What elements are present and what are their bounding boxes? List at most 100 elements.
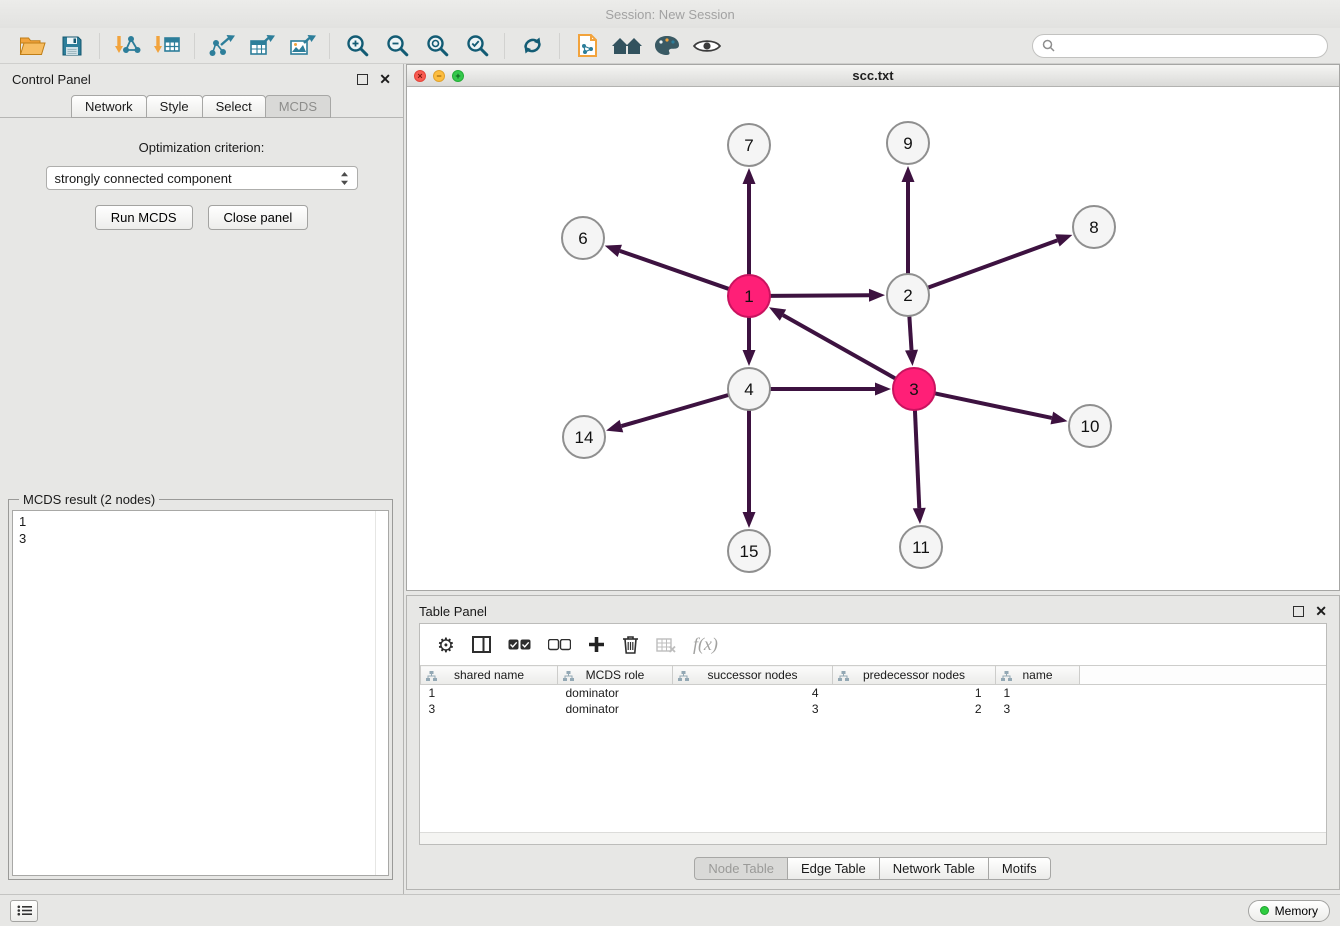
tab-network[interactable]: Network xyxy=(71,95,147,118)
tab-motifs[interactable]: Motifs xyxy=(988,857,1051,880)
tab-edge-table[interactable]: Edge Table xyxy=(787,857,880,880)
graph-edge-3-11[interactable] xyxy=(915,410,919,508)
graph-node-11[interactable]: 11 xyxy=(900,526,942,568)
graph-node-1[interactable]: 1 xyxy=(728,275,770,317)
float-panel-icon[interactable] xyxy=(357,74,368,85)
tab-select[interactable]: Select xyxy=(202,95,266,118)
column-header-mcds-role[interactable]: MCDS role xyxy=(558,666,673,685)
search-icon xyxy=(1042,39,1055,52)
table-cell[interactable]: 1 xyxy=(421,685,558,702)
close-panel-button[interactable]: Close panel xyxy=(208,205,309,230)
minimize-window-icon[interactable]: − xyxy=(433,70,445,82)
zoom-fit-icon xyxy=(426,34,449,57)
tab-style[interactable]: Style xyxy=(146,95,203,118)
gear-icon[interactable]: ⚙ xyxy=(437,635,455,655)
table-cell[interactable]: 3 xyxy=(673,701,833,717)
open-file-button[interactable] xyxy=(12,31,52,61)
graph-edge-3-10[interactable] xyxy=(935,393,1052,418)
unselect-all-columns-icon[interactable] xyxy=(548,639,571,651)
column-header-shared-name[interactable]: shared name xyxy=(421,666,558,685)
float-table-panel-icon[interactable] xyxy=(1293,606,1304,617)
home-button[interactable] xyxy=(607,31,647,61)
graph-node-6[interactable]: 6 xyxy=(562,217,604,259)
home-icon xyxy=(611,36,643,56)
table-cell[interactable]: dominator xyxy=(558,685,673,702)
table-row[interactable]: 1dominator411 xyxy=(421,685,1327,702)
table-cell[interactable]: 1 xyxy=(833,685,996,702)
graph-node-4[interactable]: 4 xyxy=(728,368,770,410)
graph-edge-4-14[interactable] xyxy=(621,395,728,426)
delete-column-icon[interactable] xyxy=(622,635,639,654)
criterion-select[interactable]: strongly connected component xyxy=(46,166,358,190)
style-palette-button[interactable] xyxy=(647,31,687,61)
graph-node-2[interactable]: 2 xyxy=(887,274,929,316)
table-cell[interactable]: 2 xyxy=(833,701,996,717)
run-mcds-button[interactable]: Run MCDS xyxy=(95,205,193,230)
import-network-button[interactable] xyxy=(107,31,147,61)
close-window-icon[interactable]: × xyxy=(414,70,426,82)
graph-node-label: 14 xyxy=(575,428,594,447)
zoom-in-button[interactable] xyxy=(337,31,377,61)
table-panel: Table Panel ✕ ⚙ xyxy=(406,595,1340,890)
zoom-fit-button[interactable] xyxy=(417,31,457,61)
split-column-icon[interactable] xyxy=(472,636,491,653)
mcds-result-item[interactable]: 3 xyxy=(19,530,382,547)
graph-node-8[interactable]: 8 xyxy=(1073,206,1115,248)
graph-edge-2-3[interactable] xyxy=(909,316,911,350)
mcds-result-list[interactable]: 13 xyxy=(12,510,389,876)
tab-mcds[interactable]: MCDS xyxy=(265,95,331,118)
clipboard-network-button[interactable] xyxy=(567,31,607,61)
graph-edge-1-6[interactable] xyxy=(620,251,729,289)
export-table-button[interactable] xyxy=(242,31,282,61)
graph-node-10[interactable]: 10 xyxy=(1069,405,1111,447)
refresh-layout-button[interactable] xyxy=(512,31,552,61)
tab-network-table[interactable]: Network Table xyxy=(879,857,989,880)
graph-node-14[interactable]: 14 xyxy=(563,416,605,458)
graph-edge-3-1[interactable] xyxy=(783,315,896,379)
ui-settings-menu-button[interactable] xyxy=(10,900,38,922)
table-cell[interactable]: 4 xyxy=(673,685,833,702)
table-scrollbar[interactable] xyxy=(420,832,1326,844)
save-session-button[interactable] xyxy=(52,31,92,61)
memory-button[interactable]: Memory xyxy=(1248,900,1330,922)
graph-node-7[interactable]: 7 xyxy=(728,124,770,166)
graph-node-3[interactable]: 3 xyxy=(893,368,935,410)
eye-icon xyxy=(693,38,721,54)
mcds-result-item[interactable]: 1 xyxy=(19,513,382,530)
export-image-button[interactable] xyxy=(282,31,322,61)
column-header-name[interactable]: name xyxy=(996,666,1080,685)
open-file-icon xyxy=(19,35,46,56)
toolbar-separator xyxy=(559,33,560,59)
close-table-panel-icon[interactable]: ✕ xyxy=(1315,604,1327,618)
select-arrows-icon xyxy=(340,171,349,186)
table-cell[interactable]: 3 xyxy=(421,701,558,717)
toolbar-separator xyxy=(329,33,330,59)
zoom-selected-button[interactable] xyxy=(457,31,497,61)
zoom-out-button[interactable] xyxy=(377,31,417,61)
zoom-in-icon xyxy=(346,34,369,57)
table-cell[interactable]: 1 xyxy=(996,685,1080,702)
search-box[interactable] xyxy=(1032,34,1328,58)
network-window-titlebar[interactable]: × − + scc.txt xyxy=(407,65,1339,87)
table-cell[interactable]: 3 xyxy=(996,701,1080,717)
import-table-icon xyxy=(153,34,181,57)
column-header-successor-nodes[interactable]: successor nodes xyxy=(673,666,833,685)
table-cell[interactable]: dominator xyxy=(558,701,673,717)
graph-edge-2-8[interactable] xyxy=(928,240,1058,287)
refresh-layout-icon xyxy=(521,34,544,57)
close-panel-icon[interactable]: ✕ xyxy=(379,72,391,86)
add-column-icon[interactable] xyxy=(588,636,605,653)
graph-node-15[interactable]: 15 xyxy=(728,530,770,572)
search-input[interactable] xyxy=(1060,38,1318,53)
network-graph[interactable]: 7 9 6 8 1 2 4 3 14 10 15 11 xyxy=(407,87,1339,590)
column-header-predecessor-nodes[interactable]: predecessor nodes xyxy=(833,666,996,685)
eye-button[interactable] xyxy=(687,31,727,61)
tab-node-table[interactable]: Node Table xyxy=(694,857,788,880)
zoom-window-icon[interactable]: + xyxy=(452,70,464,82)
graph-node-9[interactable]: 9 xyxy=(887,122,929,164)
graph-edge-1-2[interactable] xyxy=(770,295,869,296)
export-network-button[interactable] xyxy=(202,31,242,61)
select-all-columns-icon[interactable] xyxy=(508,639,531,651)
import-table-button[interactable] xyxy=(147,31,187,61)
table-row[interactable]: 3dominator323 xyxy=(421,701,1327,717)
